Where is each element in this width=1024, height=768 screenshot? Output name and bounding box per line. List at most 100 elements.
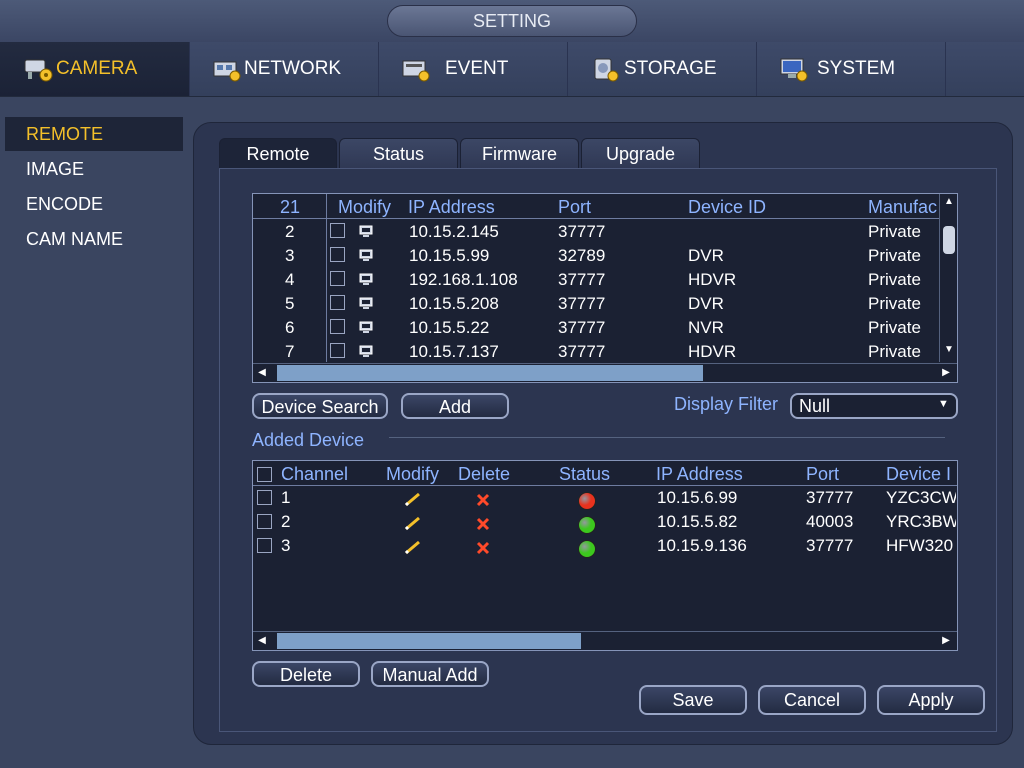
horizontal-scrollbar[interactable]: ◀ ▶ <box>253 363 957 381</box>
column-header-manufacturer: Manufac <box>868 197 938 217</box>
scroll-right-arrow[interactable]: ▶ <box>939 367 953 378</box>
manufacturer: Private <box>868 222 921 241</box>
delete-x-icon[interactable] <box>476 541 490 560</box>
device-id: DVR <box>688 294 724 313</box>
ip-address: 10.15.6.99 <box>657 488 738 507</box>
network-settings-icon <box>212 56 242 82</box>
delete-x-icon[interactable] <box>476 517 490 536</box>
display-filter-select[interactable]: Null ▼ <box>790 393 958 419</box>
table-row[interactable]: 4 192.168.1.108 37777 HDVR Private <box>253 268 939 292</box>
tab-network[interactable]: NETWORK <box>190 42 379 96</box>
subtab-firmware[interactable]: Firmware <box>460 138 579 169</box>
row-checkbox[interactable] <box>330 319 345 334</box>
port: 37777 <box>558 342 606 361</box>
ip-address: 10.15.5.22 <box>409 318 490 337</box>
table-row[interactable]: 2 10.15.5.82 40003 YRC3BW <box>253 511 957 535</box>
row-checkbox[interactable] <box>257 514 272 529</box>
tab-label: EVENT <box>445 58 509 79</box>
menu-item-image[interactable]: IMAGE <box>5 152 183 186</box>
modify-device-icon[interactable] <box>359 344 373 363</box>
ip-address: 10.15.5.208 <box>409 294 499 313</box>
tab-storage[interactable]: STORAGE <box>568 42 757 96</box>
ip-address: 10.15.5.99 <box>409 246 490 265</box>
row-checkbox[interactable] <box>330 223 345 238</box>
vertical-scroll-thumb[interactable] <box>943 226 955 254</box>
scroll-left-arrow[interactable]: ◀ <box>255 635 269 646</box>
edit-pencil-icon[interactable] <box>404 515 422 536</box>
subtab-status[interactable]: Status <box>339 138 458 169</box>
table-row[interactable]: 6 10.15.5.22 37777 NVR Private <box>253 316 939 340</box>
tab-event[interactable]: EVENT <box>379 42 568 96</box>
horizontal-scroll-thumb[interactable] <box>277 633 581 649</box>
menu-item-cam-name[interactable]: CAM NAME <box>5 222 183 256</box>
modify-device-icon[interactable] <box>359 272 373 291</box>
row-checkbox[interactable] <box>330 295 345 310</box>
row-checkbox[interactable] <box>257 490 272 505</box>
row-checkbox[interactable] <box>257 538 272 553</box>
device-search-button[interactable]: Device Search <box>252 393 388 419</box>
event-settings-icon <box>401 56 431 82</box>
modify-device-icon[interactable] <box>359 320 373 339</box>
table-row[interactable]: 2 10.15.2.145 37777 Private <box>253 220 939 244</box>
apply-button[interactable]: Apply <box>877 685 985 715</box>
edit-pencil-icon[interactable] <box>404 539 422 560</box>
port: 37777 <box>806 536 854 555</box>
column-header-channel: Channel <box>281 464 349 484</box>
menu-item-encode[interactable]: ENCODE <box>5 187 183 221</box>
column-header-delete: Delete <box>458 464 511 484</box>
status-indicator <box>578 492 596 510</box>
scroll-left-arrow[interactable]: ◀ <box>255 367 269 378</box>
row-checkbox[interactable] <box>330 247 345 262</box>
device-id: YZC3CW <box>886 488 956 507</box>
column-header-modify: Modify <box>386 464 440 484</box>
subtab-upgrade[interactable]: Upgrade <box>581 138 700 169</box>
ip-address: 192.168.1.108 <box>409 270 518 289</box>
table-row[interactable]: 3 10.15.5.99 32789 DVR Private <box>253 244 939 268</box>
modify-device-icon[interactable] <box>359 248 373 267</box>
row-number: 5 <box>285 294 295 313</box>
window-title: SETTING <box>387 5 637 37</box>
column-header-ip: IP Address <box>656 464 743 484</box>
delete-x-icon[interactable] <box>476 493 490 512</box>
column-header-port: Port <box>558 197 592 217</box>
tab-system[interactable]: SYSTEM <box>757 42 946 96</box>
added-device-table: Channel Modify Delete Status IP Address … <box>252 460 958 651</box>
chevron-down-icon: ▼ <box>938 398 949 410</box>
row-number: 2 <box>285 222 295 241</box>
system-settings-icon <box>779 56 809 82</box>
select-all-checkbox[interactable] <box>257 467 272 482</box>
add-button[interactable]: Add <box>401 393 509 419</box>
table-row[interactable]: 3 10.15.9.136 37777 HFW320 <box>253 535 957 559</box>
table-row[interactable]: 7 10.15.7.137 37777 HDVR Private <box>253 340 939 364</box>
tab-camera[interactable]: CAMERA <box>0 42 190 96</box>
device-search-table: 21 Modify IP Address Port Device ID Manu… <box>252 193 958 383</box>
edit-pencil-icon[interactable] <box>404 491 422 512</box>
cancel-button[interactable]: Cancel <box>758 685 866 715</box>
device-id: HDVR <box>688 270 737 289</box>
scroll-down-arrow[interactable]: ▼ <box>940 344 957 355</box>
scroll-up-arrow[interactable]: ▲ <box>940 196 957 207</box>
scroll-right-arrow[interactable]: ▶ <box>939 635 953 646</box>
port: 37777 <box>558 294 606 313</box>
horizontal-scroll-thumb[interactable] <box>277 365 703 381</box>
table-row[interactable]: 1 10.15.6.99 37777 YZC3CW <box>253 487 957 511</box>
modify-device-icon[interactable] <box>359 224 373 243</box>
row-checkbox[interactable] <box>330 271 345 286</box>
manual-add-button[interactable]: Manual Add <box>371 661 489 687</box>
subtab-remote[interactable]: Remote <box>219 138 337 169</box>
table-row[interactable]: 5 10.15.5.208 37777 DVR Private <box>253 292 939 316</box>
vertical-scrollbar[interactable]: ▲ ▼ <box>939 194 957 362</box>
channel: 2 <box>281 512 291 531</box>
menu-item-remote[interactable]: REMOTE <box>5 117 183 151</box>
column-header-device-id: Device I <box>886 464 952 484</box>
port: 37777 <box>558 270 606 289</box>
port: 37777 <box>806 488 854 507</box>
modify-device-icon[interactable] <box>359 296 373 315</box>
horizontal-scrollbar[interactable]: ◀ ▶ <box>253 631 957 649</box>
save-button[interactable]: Save <box>639 685 747 715</box>
delete-button[interactable]: Delete <box>252 661 360 687</box>
header-divider <box>253 218 941 219</box>
tab-label: STORAGE <box>624 58 717 79</box>
manufacturer: Private <box>868 318 921 337</box>
row-checkbox[interactable] <box>330 343 345 358</box>
